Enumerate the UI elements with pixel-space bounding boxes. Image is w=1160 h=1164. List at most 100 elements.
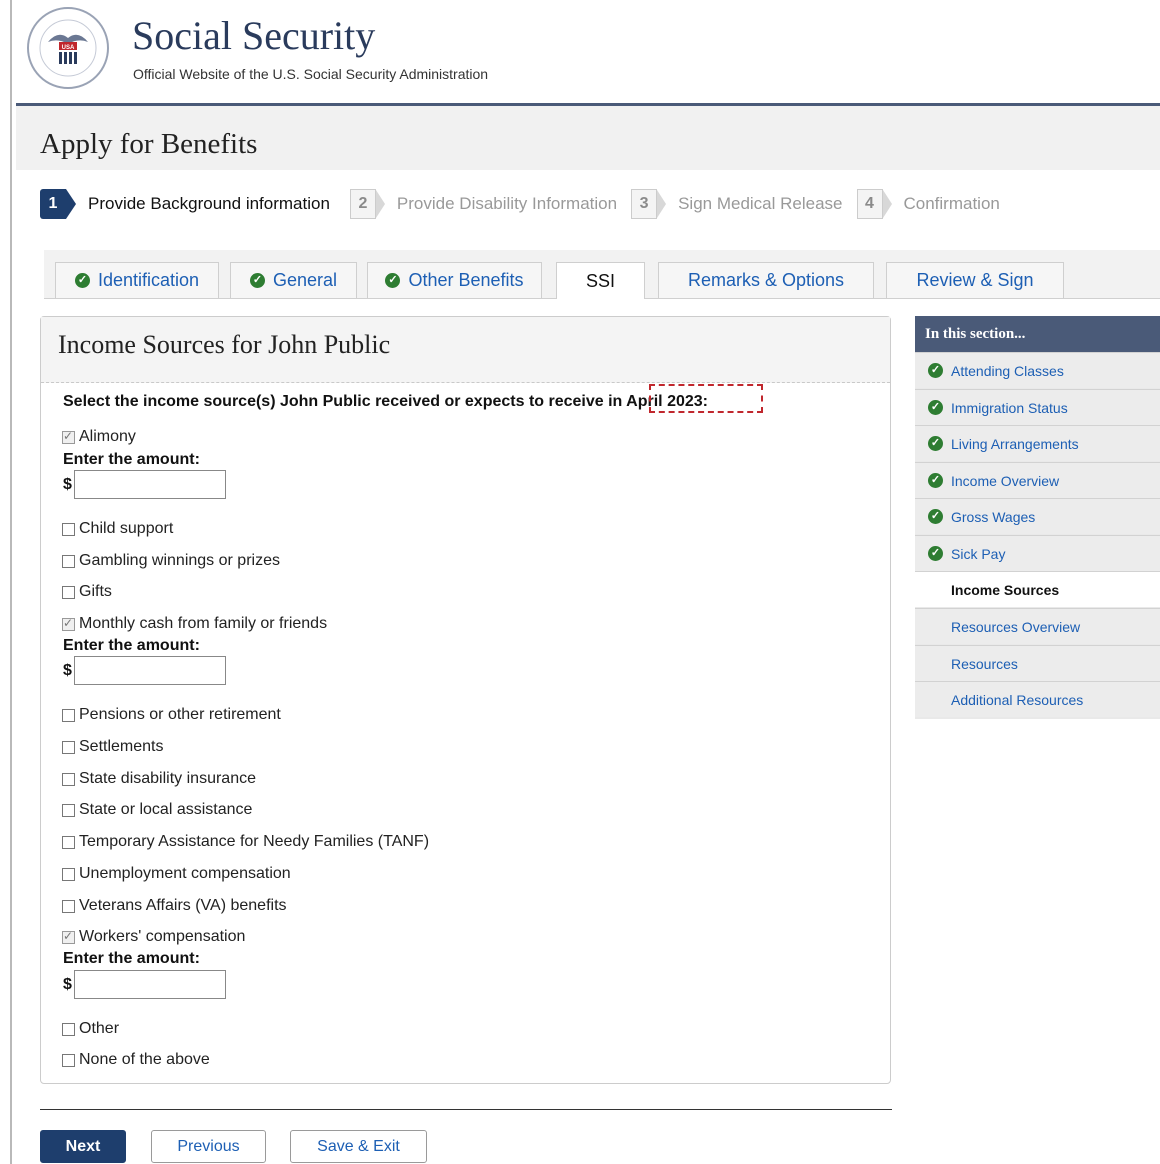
option-none[interactable]: None of the above xyxy=(62,1051,210,1069)
progress-steps: 1 Provide Background information 2 Provi… xyxy=(40,186,1008,222)
next-button[interactable]: Next xyxy=(40,1130,126,1163)
option-label: Veterans Affairs (VA) benefits xyxy=(79,897,287,914)
step-4-arrow xyxy=(882,190,892,218)
sidebar-item-resources[interactable]: Resources xyxy=(915,645,1160,681)
checkbox[interactable] xyxy=(62,1022,75,1036)
step-3-label: Sign Medical Release xyxy=(678,194,843,213)
checkbox[interactable] xyxy=(62,616,75,631)
checkbox[interactable] xyxy=(62,867,75,881)
checkbox[interactable] xyxy=(62,585,75,599)
option-tanf[interactable]: Temporary Assistance for Needy Families … xyxy=(62,833,429,851)
option-label: Unemployment compensation xyxy=(79,865,291,882)
tab-other-benefits[interactable]: ✓ Other Benefits xyxy=(367,262,542,298)
option-label: State or local assistance xyxy=(79,801,253,818)
option-label: Alimony xyxy=(79,428,136,445)
workers-comp-amount-input[interactable] xyxy=(74,970,226,999)
sidebar-item-label: Gross Wages xyxy=(951,508,1036,525)
step-4-number: 4 xyxy=(856,189,883,219)
monthly-cash-amount-input[interactable] xyxy=(74,656,226,685)
form-divider xyxy=(40,1109,892,1110)
step-1-number: 1 xyxy=(40,189,76,219)
checkbox[interactable] xyxy=(62,740,75,754)
dollar-sign: $ xyxy=(63,476,72,493)
check-circle-icon: ✓ xyxy=(74,273,90,288)
dollar-sign: $ xyxy=(63,976,72,993)
option-other[interactable]: Other xyxy=(62,1020,119,1038)
sidebar-item-immigration-status[interactable]: ✓ Immigration Status xyxy=(915,389,1160,425)
sidebar-item-attending-classes[interactable]: ✓ Attending Classes xyxy=(915,352,1160,388)
check-circle-icon: ✓ xyxy=(928,546,943,561)
amount-label: Enter the amount: xyxy=(63,637,200,654)
sidebar-heading: In this section... xyxy=(915,316,1160,352)
option-state-assistance[interactable]: State or local assistance xyxy=(62,801,252,819)
step-3-arrow xyxy=(657,190,667,218)
previous-button[interactable]: Previous xyxy=(151,1130,266,1163)
step-2: 2 Provide Disability Information xyxy=(349,189,617,219)
option-label: State disability insurance xyxy=(79,770,256,787)
option-va-benefits[interactable]: Veterans Affairs (VA) benefits xyxy=(62,897,287,915)
option-alimony[interactable]: Alimony xyxy=(62,428,136,446)
step-1: 1 Provide Background information xyxy=(40,189,330,219)
income-question: Select the income source(s) John Public … xyxy=(63,393,708,411)
sidebar-item-income-sources[interactable]: Income Sources xyxy=(915,571,1160,607)
sidebar-item-income-overview[interactable]: ✓ Income Overview xyxy=(915,462,1160,498)
option-unemployment[interactable]: Unemployment compensation xyxy=(62,865,291,883)
tab-general[interactable]: ✓ General xyxy=(230,262,357,298)
step-4: 4 Confirmation xyxy=(856,189,1000,219)
tab-remarks-options-label: Remarks & Options xyxy=(687,270,845,290)
question-text: Select the income source(s) John Public … xyxy=(63,393,613,410)
option-state-disability[interactable]: State disability insurance xyxy=(62,770,256,788)
checkbox[interactable] xyxy=(62,522,75,536)
option-label: Monthly cash from family or friends xyxy=(79,615,328,632)
option-label: Pensions or other retirement xyxy=(79,706,281,723)
step-3-number: 3 xyxy=(631,189,658,219)
sidebar-item-label: Immigration Status xyxy=(951,399,1068,416)
sidebar-item-resources-overview[interactable]: Resources Overview xyxy=(915,608,1160,644)
alimony-amount-input[interactable] xyxy=(74,470,226,499)
sidebar-item-gross-wages[interactable]: ✓ Gross Wages xyxy=(915,498,1160,534)
checkbox[interactable] xyxy=(62,708,75,722)
tab-review-sign-label: Review & Sign xyxy=(916,270,1034,290)
tab-ssi[interactable]: SSI xyxy=(556,262,645,299)
checkbox[interactable] xyxy=(62,554,75,568)
tab-ssi-label: SSI xyxy=(585,270,615,291)
option-gambling[interactable]: Gambling winnings or prizes xyxy=(62,552,280,570)
option-label: Gambling winnings or prizes xyxy=(79,552,280,569)
sidebar-item-label: Income Overview xyxy=(951,472,1060,489)
check-circle-icon: ✓ xyxy=(928,363,943,378)
amount-label: Enter the amount: xyxy=(63,451,200,468)
step-3: 3 Sign Medical Release xyxy=(631,189,843,219)
check-circle-icon: ✓ xyxy=(928,436,943,451)
sidebar-item-living-arrangements[interactable]: ✓ Living Arrangements xyxy=(915,425,1160,461)
checkbox[interactable] xyxy=(62,835,75,849)
option-workers-comp[interactable]: Workers' compensation xyxy=(62,928,245,946)
check-circle-icon: ✓ xyxy=(249,273,265,288)
tab-review-sign[interactable]: Review & Sign xyxy=(886,262,1064,298)
site-subtitle: Official Website of the U.S. Social Secu… xyxy=(133,66,489,82)
option-child-support[interactable]: Child support xyxy=(62,520,173,538)
highlight-annotation-box xyxy=(649,384,763,413)
checkbox[interactable] xyxy=(62,1053,75,1067)
tab-remarks-options[interactable]: Remarks & Options xyxy=(658,262,874,298)
option-monthly-cash[interactable]: Monthly cash from family or friends xyxy=(62,615,327,633)
tab-identification-label: Identification xyxy=(97,270,200,290)
sidebar-item-additional-resources[interactable]: Additional Resources xyxy=(915,681,1160,717)
tab-general-label: General xyxy=(272,270,338,290)
option-settlements[interactable]: Settlements xyxy=(62,738,163,756)
step-2-arrow xyxy=(375,190,385,218)
checkbox[interactable] xyxy=(62,929,75,944)
option-pensions[interactable]: Pensions or other retirement xyxy=(62,706,281,724)
option-label: Other xyxy=(79,1020,120,1037)
panel-title: Income Sources for John Public xyxy=(58,330,391,359)
option-label: Temporary Assistance for Needy Families … xyxy=(79,833,430,850)
checkbox[interactable] xyxy=(62,803,75,817)
checkbox[interactable] xyxy=(62,899,75,913)
save-exit-button[interactable]: Save & Exit xyxy=(290,1130,427,1163)
tab-identification[interactable]: ✓ Identification xyxy=(55,262,219,298)
checkbox[interactable] xyxy=(62,772,75,786)
option-label: Settlements xyxy=(79,738,164,755)
checkbox[interactable] xyxy=(62,429,75,444)
sidebar-item-sick-pay[interactable]: ✓ Sick Pay xyxy=(915,535,1160,571)
option-label: Workers' compensation xyxy=(79,928,246,945)
option-gifts[interactable]: Gifts xyxy=(62,583,112,601)
